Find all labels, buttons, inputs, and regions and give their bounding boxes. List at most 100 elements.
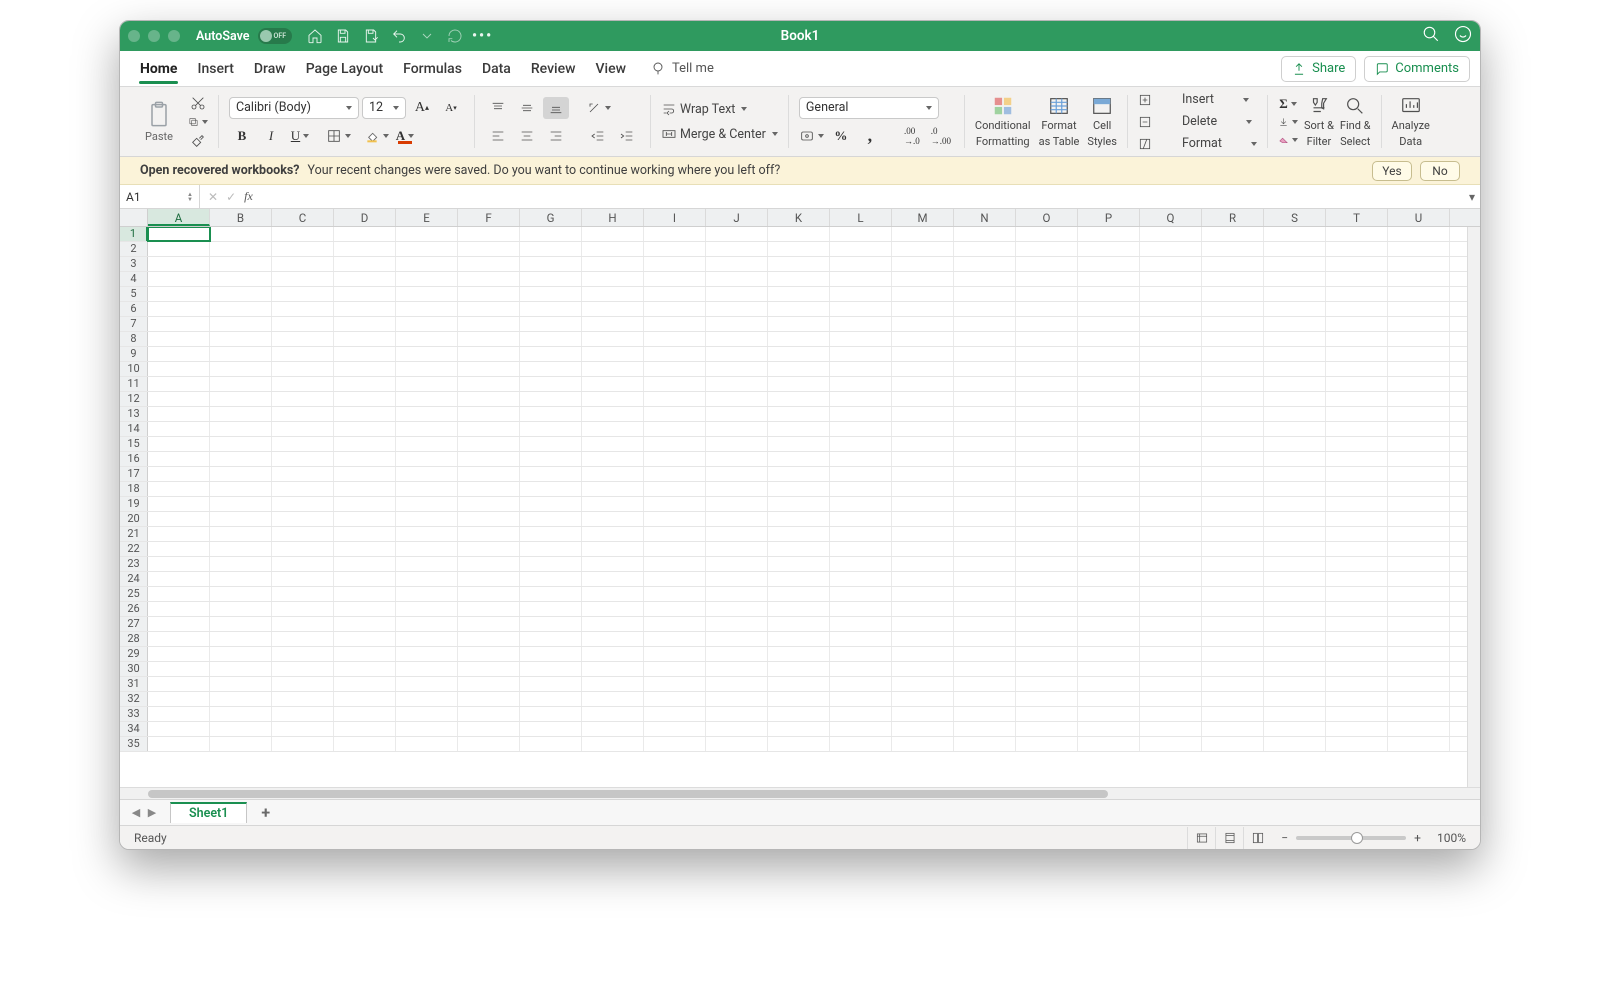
cell[interactable] [1326,587,1388,601]
cell[interactable] [644,287,706,301]
message-yes-button[interactable]: Yes [1372,161,1412,181]
row-header[interactable]: 20 [120,512,148,526]
cell[interactable] [582,632,644,646]
search-icon[interactable] [1422,25,1440,47]
cell[interactable] [644,497,706,511]
select-all-corner[interactable] [120,209,148,226]
cell[interactable] [210,392,272,406]
cell[interactable] [706,512,768,526]
new-sheet-button[interactable]: + [261,803,270,822]
row-header[interactable]: 6 [120,302,148,316]
cell[interactable] [1140,707,1202,721]
sheet-tab[interactable]: Sheet1 [170,802,247,823]
cell[interactable] [1202,632,1264,646]
cell[interactable] [582,407,644,421]
cell[interactable] [582,722,644,736]
cell[interactable] [582,527,644,541]
row-header[interactable]: 13 [120,407,148,421]
cell[interactable] [644,317,706,331]
cell[interactable] [1016,392,1078,406]
cell[interactable] [706,557,768,571]
cell[interactable] [148,452,210,466]
cell[interactable] [148,287,210,301]
cell[interactable] [892,737,954,751]
row-header[interactable]: 10 [120,362,148,376]
cell[interactable] [458,227,520,241]
cell[interactable] [1388,737,1450,751]
cell[interactable] [210,527,272,541]
cell[interactable] [1388,542,1450,556]
cell[interactable] [148,497,210,511]
cell[interactable] [1264,677,1326,691]
cell[interactable] [1326,317,1388,331]
cell[interactable] [334,557,396,571]
cell[interactable] [1016,287,1078,301]
cell[interactable] [644,587,706,601]
cell[interactable] [1078,302,1140,316]
cell[interactable] [768,692,830,706]
cell[interactable] [148,527,210,541]
cell[interactable] [396,482,458,496]
cell[interactable] [272,557,334,571]
cell[interactable] [272,347,334,361]
cell[interactable] [1264,287,1326,301]
cell[interactable] [768,707,830,721]
cell[interactable] [458,722,520,736]
cell[interactable] [396,737,458,751]
cell[interactable] [706,707,768,721]
cell[interactable] [830,677,892,691]
cell[interactable] [1140,362,1202,376]
cell[interactable] [954,617,1016,631]
cell[interactable] [644,722,706,736]
cell[interactable] [1016,512,1078,526]
cell[interactable] [1078,392,1140,406]
align-middle-icon[interactable] [514,97,540,119]
cell[interactable] [1326,512,1388,526]
cell[interactable] [1202,257,1264,271]
cell[interactable] [706,602,768,616]
cell[interactable] [830,497,892,511]
align-center-icon[interactable] [514,125,540,147]
cell[interactable] [1140,332,1202,346]
cell[interactable] [1016,422,1078,436]
cell[interactable] [1264,332,1326,346]
cell[interactable] [396,557,458,571]
cell[interactable] [148,557,210,571]
merge-center-button[interactable]: Merge & Center [661,126,778,142]
cell[interactable] [1264,227,1326,241]
cell[interactable] [334,602,396,616]
expand-formula-bar-icon[interactable]: ▾ [1464,185,1480,208]
cell[interactable] [706,452,768,466]
cell[interactable] [210,437,272,451]
zoom-slider[interactable] [1296,836,1406,840]
cell[interactable] [210,482,272,496]
cell[interactable] [582,227,644,241]
cell[interactable] [644,302,706,316]
cell[interactable] [272,647,334,661]
cell[interactable] [334,662,396,676]
cell[interactable] [1202,677,1264,691]
cell[interactable] [644,527,706,541]
cell[interactable] [706,737,768,751]
tab-review[interactable]: Review [521,55,586,83]
column-header[interactable]: K [768,209,830,226]
column-header[interactable]: B [210,209,272,226]
window-controls[interactable] [128,30,180,42]
cell[interactable] [830,662,892,676]
cell[interactable] [830,632,892,646]
cell[interactable] [1202,437,1264,451]
cell[interactable] [1388,467,1450,481]
cell[interactable] [334,737,396,751]
cell[interactable] [1202,497,1264,511]
cell[interactable] [830,242,892,256]
cell[interactable] [1388,227,1450,241]
cell[interactable] [520,302,582,316]
cell[interactable] [334,527,396,541]
cell[interactable] [210,362,272,376]
align-right-icon[interactable] [543,125,569,147]
cell[interactable] [1140,677,1202,691]
cell[interactable] [210,317,272,331]
cell[interactable] [582,452,644,466]
cell[interactable] [1326,302,1388,316]
cell[interactable] [1264,362,1326,376]
